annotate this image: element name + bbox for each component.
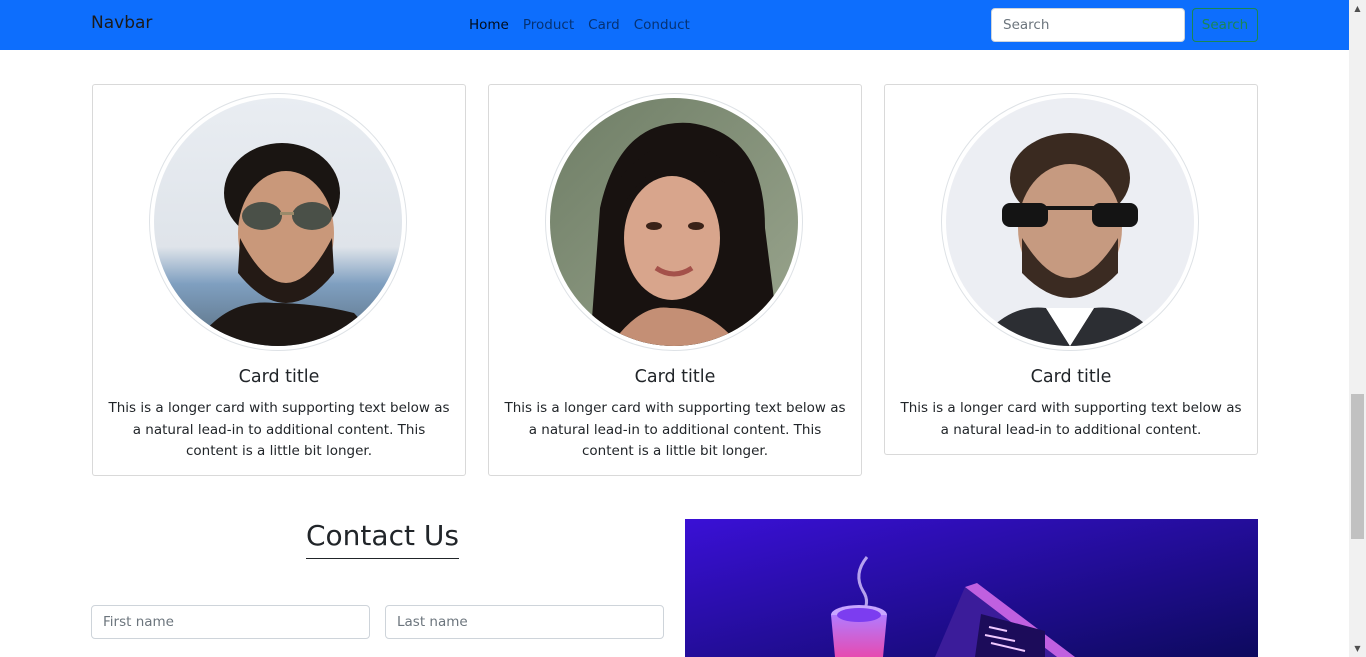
contact-heading: Contact Us: [306, 519, 459, 559]
scroll-up-arrow-icon[interactable]: ▲: [1349, 0, 1366, 17]
avatar-image: [941, 93, 1199, 351]
card-title: Card title: [238, 367, 320, 387]
last-name-field[interactable]: [385, 605, 664, 639]
card-text: This is a longer card with supporting te…: [108, 400, 450, 459]
nav-links: Home Product Card Conduct: [469, 17, 704, 33]
page: Navbar Home Product Card Conduct Search: [0, 0, 1349, 657]
profile-card: Card title This is a longer card with su…: [884, 84, 1258, 455]
vertical-scrollbar[interactable]: ▲ ▼: [1349, 0, 1366, 657]
laptop-coffee-illustration-icon: [685, 519, 1258, 657]
avatar-image: [545, 93, 803, 351]
card-title: Card title: [1030, 367, 1112, 387]
card-text: This is a longer card with supporting te…: [504, 400, 846, 459]
first-name-field[interactable]: [91, 605, 370, 639]
card-text: This is a longer card with supporting te…: [900, 400, 1242, 438]
search-input[interactable]: [991, 8, 1185, 42]
nav-link-product[interactable]: Product: [523, 17, 574, 33]
scrollbar-thumb[interactable]: [1351, 394, 1364, 539]
scroll-down-arrow-icon[interactable]: ▼: [1349, 640, 1366, 657]
search-button[interactable]: Search: [1192, 8, 1258, 42]
nav-link-conduct[interactable]: Conduct: [634, 17, 690, 33]
card-title: Card title: [634, 367, 716, 387]
profile-card: Card title This is a longer card with su…: [488, 84, 862, 476]
man-suit-photo-icon: [946, 98, 1194, 346]
nav-link-home[interactable]: Home: [469, 17, 509, 33]
navbar-brand[interactable]: Navbar: [91, 13, 152, 33]
navbar: Navbar Home Product Card Conduct Search: [0, 0, 1349, 50]
woman-smiling-photo-icon: [550, 98, 798, 346]
nav-link-card[interactable]: Card: [588, 17, 620, 33]
profile-card: Card title This is a longer card with su…: [92, 84, 466, 476]
man-sunglasses-photo-icon: [154, 98, 402, 346]
contact-illustration: [685, 519, 1258, 657]
avatar-image: [149, 93, 407, 351]
